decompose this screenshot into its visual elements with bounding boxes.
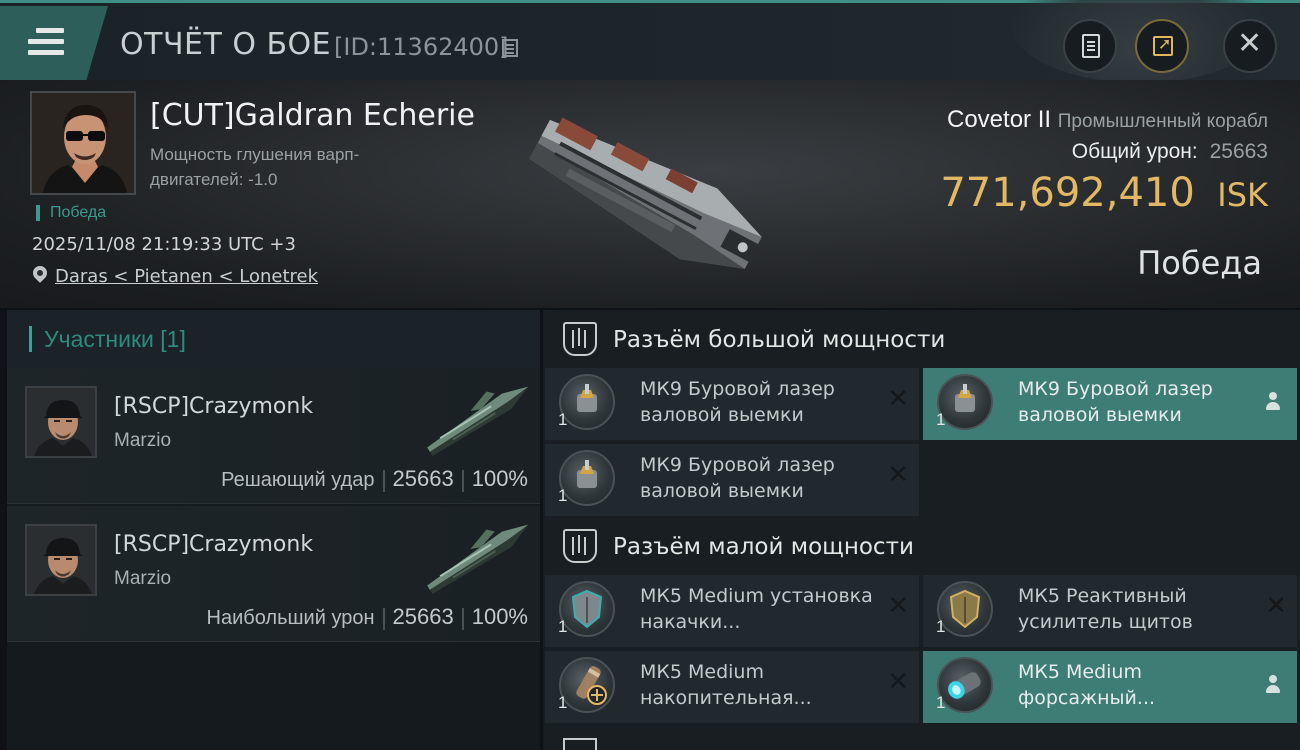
page-title: ОТЧЁТ О БОЕ [120,27,332,62]
high-slot-icon [563,322,597,356]
module-qty: 1 [558,693,568,712]
attacker-avatar-image [27,526,95,594]
total-damage-label: Общий урон: [1071,140,1198,163]
header-bar: ОТЧЁТ О БОЕ [ID:11362400] ✕ [0,0,1300,83]
copy-icon[interactable] [502,39,518,57]
attacker-ship-image[interactable] [417,376,542,466]
attacker-ship-image[interactable] [417,514,542,604]
module-slot[interactable]: 1 МК9 Буровой лазер валовой выемки ✕ [545,444,919,516]
module-qty: 1 [558,410,568,429]
module-qty: 1 [936,617,946,636]
report-button[interactable] [1063,19,1117,73]
low-slot-icon [563,738,597,750]
attacker-ship: Marzio [114,430,172,451]
attacker-stats: Наибольший урон 25663 100% [207,604,528,630]
report-id: [ID:11362400] [334,33,509,61]
mid-slot-icon [563,529,597,563]
module-slot[interactable]: 1 МК5 Medium установка накачки... ✕ [545,575,919,647]
attacker-avatar-image [27,388,95,456]
module-qty: 1 [558,486,568,505]
share-button[interactable] [1135,19,1189,73]
attacker-percent: 100% [471,466,528,491]
attacker-row[interactable]: [RSCP]Crazymonk Marzio Наибольший урон 25… [7,506,540,642]
high-slot-title: Разъём большой мощности [613,327,946,353]
mid-slot-header: Разъём малой мощности [543,517,1300,579]
victim-ship-image[interactable] [505,98,795,298]
participants-panel: Участники [1] [RSCP]Crazymonk Marzio Реш… [7,310,540,750]
mid-slot-title: Разъём малой мощности [613,534,914,560]
high-slot-header: Разъём большой мощности [543,310,1300,372]
attacker-avatar[interactable] [25,386,97,458]
battle-result: Победа [1137,244,1262,282]
module-slot[interactable]: 1 МК5 Medium накопительная... ✕ [545,651,919,723]
attacker-name[interactable]: [RSCP]Crazymonk [114,532,313,557]
module-qty: 1 [936,693,946,712]
menu-icon [28,28,64,56]
victim-banner: [CUT]Galdran Echerie Мощность глушения в… [0,80,1300,308]
total-damage-value: 25663 [1209,140,1268,163]
module-name: МК9 Буровой лазер валовой выемки [640,378,835,426]
attacker-name[interactable]: [RSCP]Crazymonk [114,394,313,419]
module-name: МК5 Medium установка накачки... [640,585,873,633]
module-slot[interactable]: 1 МК5 Реактивный усилитель щитов ✕ [923,575,1297,647]
participants-title: Участники [1] [29,326,186,352]
module-slot[interactable]: 1 МК9 Буровой лазер валовой выемки ✕ [545,368,919,440]
module-name: МК9 Буровой лазер валовой выемки [640,454,835,502]
close-icon: ✕ [1237,26,1263,61]
location-link[interactable]: Daras < Pietanen < Lonetrek [55,266,318,287]
participants-header: Участники [1] [7,310,540,368]
attacker-avatar[interactable] [25,524,97,596]
isk-value: 771,692,410 ISK [940,170,1268,216]
destroyed-icon: ✕ [1265,591,1287,621]
victim-avatar-image [32,93,134,193]
isk-unit: ISK [1217,176,1268,214]
person-icon [1265,392,1281,412]
module-slot[interactable]: 1 МК5 Medium форсажный... [923,651,1297,723]
location-pin-icon [30,263,50,283]
kill-datetime: 2025/11/08 21:19:33 UTC +3 [32,234,296,255]
module-qty: 1 [558,617,568,636]
module-name: МК5 Medium форсажный... [1018,661,1156,709]
module-slot[interactable]: 1 МК9 Буровой лазер валовой выемки [923,368,1297,440]
total-damage: Общий урон: 25663 [1072,140,1268,164]
menu-button[interactable] [0,6,108,80]
result-tag: Победа [36,205,106,221]
module-name: МК5 Реактивный усилитель щитов [1018,585,1193,633]
person-icon [1265,675,1281,695]
module-qty: 1 [936,410,946,429]
attacker-ship: Marzio [114,568,172,589]
share-icon [1153,34,1173,56]
attacker-damage: 25663 [392,466,454,491]
close-button[interactable]: ✕ [1223,19,1277,73]
attacker-stats: Решающий удар 25663 100% [221,466,528,492]
destroyed-icon: ✕ [887,591,909,621]
attacker-percent: 100% [471,604,528,629]
attacker-row[interactable]: [RSCP]Crazymonk Marzio Решающий удар 2566… [7,368,540,504]
report-icon [1082,34,1100,58]
destroyed-icon: ✕ [887,460,909,490]
destroyed-icon: ✕ [887,667,909,697]
module-name: МК5 Medium накопительная... [640,661,812,709]
module-name: МК9 Буровой лазер валовой выемки [1018,378,1213,426]
victim-ship-class: Промышленный корабл [1057,111,1268,132]
victim-name[interactable]: [CUT]Galdran Echerie [150,98,475,133]
victim-portrait[interactable] [30,91,136,195]
victim-ship-name[interactable]: Covetor II [947,106,1051,133]
victim-ship-line: Covetor II Промышленный корабл [947,106,1268,134]
fitting-panel: Разъём большой мощности 1 МК9 Буровой ла… [543,310,1300,750]
isk-amount: 771,692,410 [940,170,1195,216]
destroyed-icon: ✕ [887,384,909,414]
warp-scramble-stat: Мощность глушения варп-двигателей: -1.0 [150,145,360,189]
attacker-damage: 25663 [392,604,454,629]
attacker-role: Наибольший урон [206,607,375,629]
attacker-role: Решающий удар [221,469,375,491]
